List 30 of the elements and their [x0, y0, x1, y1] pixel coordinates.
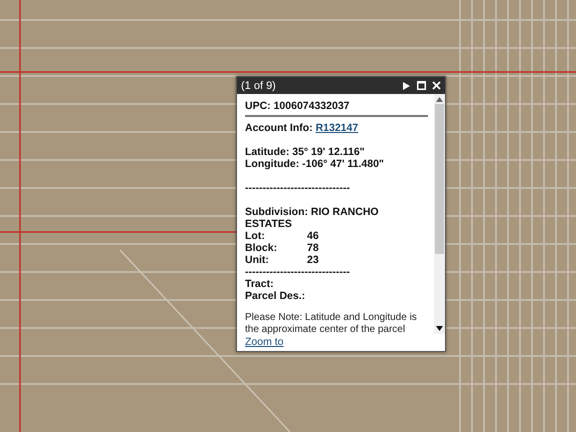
upc-text: UPC: 1006074332037	[245, 100, 350, 112]
scroll-down-icon	[436, 326, 443, 331]
subdivision-text: Subdivision: RIO RANCHO ESTATES	[245, 206, 380, 230]
account-label: Account Info:	[245, 122, 313, 134]
separator-text: ------------------------------	[245, 182, 351, 194]
longitude-text: Longitude: -106° 47' 11.480"	[245, 158, 385, 170]
maximize-icon	[417, 81, 426, 90]
scrollbar-thumb[interactable]	[435, 104, 444, 254]
popup-title: (1 of 9)	[241, 80, 277, 92]
note-text: Please Note: Latitude and Longitude is the approximate center of the parcel	[245, 312, 418, 336]
field-value: 46	[307, 230, 320, 242]
next-button[interactable]	[401, 80, 412, 91]
maximize-button[interactable]	[416, 80, 427, 91]
field-label: Unit:	[245, 254, 270, 266]
field-label: Block:	[245, 242, 278, 254]
field-label: Lot:	[245, 230, 266, 242]
field-value: 78	[307, 242, 320, 254]
account-link[interactable]: R132147	[316, 122, 358, 134]
scroll-up-icon	[436, 97, 443, 102]
parcel-description-label: Parcel Des.:	[245, 290, 306, 302]
field-value: 23	[307, 254, 320, 266]
satellite-map-placeholder[interactable]	[0, 0, 576, 432]
separator-text: ------------------------------	[245, 266, 351, 278]
zoom-to-link[interactable]: Zoom to	[245, 336, 284, 348]
latitude-text: Latitude: 35° 19' 12.116"	[245, 146, 366, 158]
tract-label: Tract:	[245, 278, 275, 290]
play-icon	[403, 82, 410, 90]
scrollbar[interactable]	[434, 94, 445, 334]
close-icon	[432, 81, 441, 90]
close-button[interactable]	[431, 80, 442, 91]
